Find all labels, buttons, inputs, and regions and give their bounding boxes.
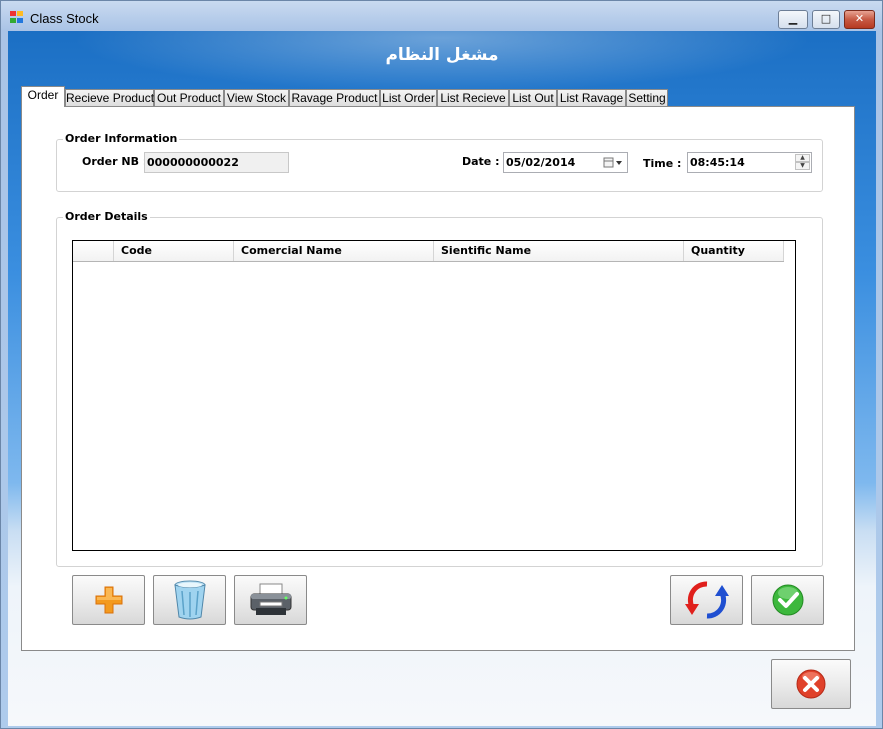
time-spinner[interactable]: ▲ ▼ [795,154,810,171]
recycle-bin-icon [173,580,206,620]
maximize-button[interactable]: □ [812,10,840,29]
order-details-group: Order Details Code Comercial Name Sienti… [56,210,823,567]
spin-up-icon[interactable]: ▲ [795,154,810,162]
column-header-sientific-name[interactable]: Sientific Name [434,241,684,261]
row-header-corner [73,241,114,261]
calendar-dropdown-icon[interactable] [603,156,623,169]
order-information-group: Order Information Order NB : 00000000002… [56,132,823,192]
maximize-icon: □ [820,12,832,25]
time-label: Time : [643,157,682,170]
tab-setting[interactable]: Setting [626,89,668,107]
system-operator-heading: مشغل النظام [385,45,499,65]
tab-list-out[interactable]: List Out [509,89,557,107]
tab-view-stock[interactable]: View Stock [224,89,289,107]
add-button[interactable] [72,575,145,625]
app-icon [10,11,24,24]
window-close-icon: ✕ [854,12,865,25]
checkmark-icon [772,584,803,616]
grid-header: Code Comercial Name Sientific Name Quant… [73,241,784,262]
confirm-button[interactable] [751,575,824,625]
order-information-title: Order Information [63,132,180,145]
time-picker[interactable]: 08:45:14 ▲ ▼ [687,152,812,173]
date-picker[interactable]: 05/02/2014 [503,152,628,173]
date-label: Date : [462,155,500,168]
column-header-quantity[interactable]: Quantity [684,241,784,261]
plus-icon [95,586,122,614]
minimize-icon: ▁ [788,12,798,25]
delete-button[interactable] [153,575,226,625]
tab-recieve-product[interactable]: Recieve Product [65,89,154,107]
window-title: Class Stock [30,11,99,26]
window-close-button[interactable]: ✕ [844,10,875,29]
refresh-icon [684,581,729,619]
tab-list-recieve[interactable]: List Recieve [437,89,509,107]
refresh-button[interactable] [670,575,743,625]
printer-icon [250,583,291,615]
order-details-title: Order Details [63,210,150,223]
tab-out-product[interactable]: Out Product [154,89,224,107]
print-button[interactable] [234,575,307,625]
order-nb-field[interactable]: 000000000022 [144,152,289,173]
title-bar[interactable]: Class Stock ▁ □ ✕ [1,1,882,31]
close-button[interactable] [771,659,851,709]
main-window: Class Stock ▁ □ ✕ مشغل النظام Order Reci… [0,0,883,729]
order-tab-panel: Order Information Order NB : 00000000002… [21,106,855,651]
time-value: 08:45:14 [690,156,745,169]
tab-order[interactable]: Order [21,86,65,107]
minimize-button[interactable]: ▁ [778,10,808,29]
tab-list-order[interactable]: List Order [380,89,437,107]
tab-ravage-product[interactable]: Ravage Product [289,89,380,107]
close-icon [796,669,826,699]
order-nb-label: Order NB : [82,155,148,168]
column-header-code[interactable]: Code [114,241,234,261]
spin-down-icon[interactable]: ▼ [795,162,810,170]
date-value: 05/02/2014 [506,156,576,169]
tab-list-ravage[interactable]: List Ravage [557,89,626,107]
order-details-grid[interactable]: Code Comercial Name Sientific Name Quant… [72,240,796,551]
column-header-comercial-name[interactable]: Comercial Name [234,241,434,261]
